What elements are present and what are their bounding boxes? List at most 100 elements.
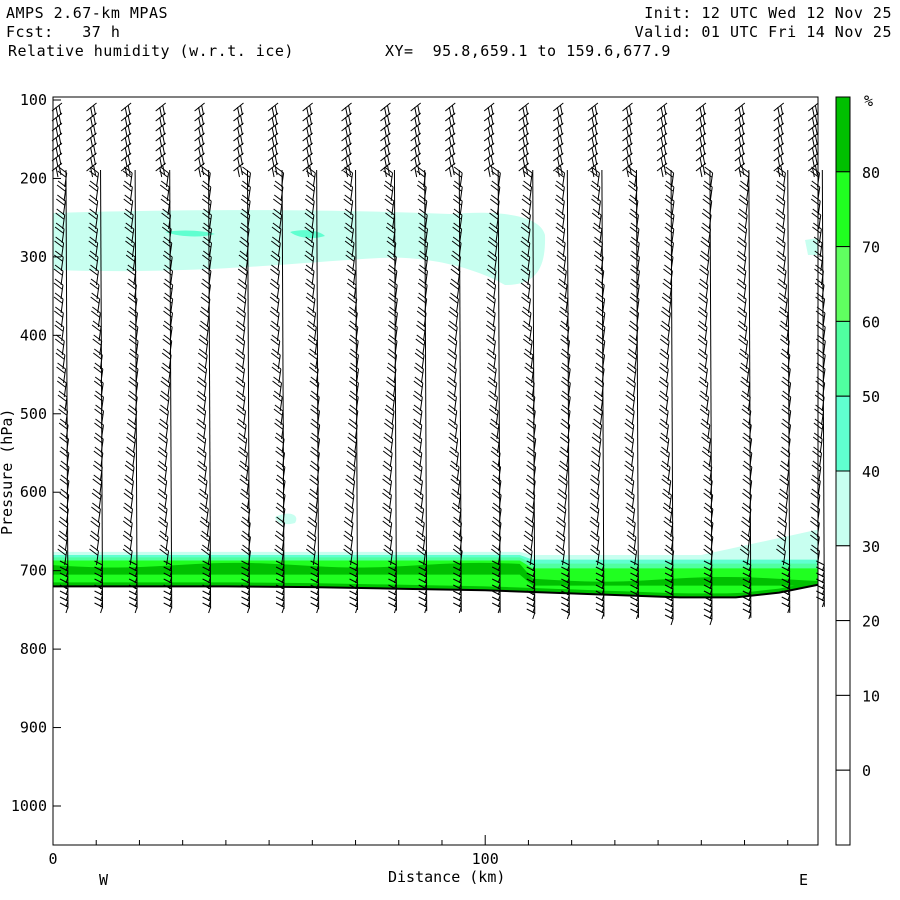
wind-barb-column bbox=[410, 102, 429, 614]
wind-barb bbox=[447, 418, 458, 440]
wind-barb bbox=[553, 122, 564, 138]
wind-barb bbox=[656, 162, 668, 178]
wind-barb bbox=[305, 278, 315, 300]
wind-barb bbox=[814, 264, 824, 286]
wind-barb bbox=[773, 152, 785, 168]
wind-barb bbox=[555, 236, 566, 258]
wind-barb bbox=[591, 208, 602, 230]
wind-barb bbox=[410, 112, 422, 128]
west-label: W bbox=[99, 871, 109, 889]
wind-barb bbox=[197, 474, 208, 496]
wind-barb bbox=[271, 362, 282, 384]
wind-barb bbox=[483, 102, 495, 118]
wind-barb bbox=[240, 488, 250, 510]
east-label: E bbox=[799, 871, 808, 889]
wind-barb bbox=[235, 390, 246, 412]
wind-barb bbox=[778, 306, 789, 328]
wind-barb bbox=[274, 418, 285, 440]
wind-barb bbox=[808, 112, 819, 128]
wind-barb bbox=[521, 292, 531, 314]
wind-barb bbox=[155, 102, 167, 118]
wind-barb bbox=[486, 362, 497, 384]
wind-barb bbox=[518, 122, 530, 138]
wind-barb bbox=[737, 306, 747, 328]
wind-barb bbox=[267, 162, 279, 178]
wind-barb bbox=[413, 474, 423, 496]
wind-barb bbox=[702, 460, 713, 482]
wind-barb bbox=[233, 132, 244, 148]
colorbar-segment bbox=[835, 171, 851, 248]
wind-barb bbox=[483, 162, 495, 178]
wind-barb bbox=[518, 112, 530, 128]
wind-barb bbox=[194, 162, 205, 178]
colorbar-unit: % bbox=[864, 92, 873, 110]
wind-barb-column bbox=[267, 102, 286, 614]
wind-barb bbox=[196, 446, 207, 468]
wind-barb bbox=[410, 102, 422, 118]
wind-barb bbox=[306, 320, 317, 342]
wind-barb bbox=[518, 152, 530, 168]
wind-barb bbox=[86, 122, 97, 138]
wind-barb bbox=[86, 142, 97, 158]
wind-barb bbox=[624, 488, 635, 510]
wind-barb bbox=[522, 320, 533, 342]
wind-barb-column bbox=[734, 102, 753, 620]
wind-barb bbox=[626, 530, 637, 552]
wind-barb bbox=[56, 376, 67, 398]
wind-barb bbox=[553, 152, 564, 168]
wind-barb bbox=[810, 194, 821, 216]
wind-barb bbox=[489, 418, 500, 440]
wind-barb bbox=[380, 132, 391, 148]
wind-barb bbox=[272, 390, 283, 412]
wind-barb-column bbox=[380, 102, 398, 614]
wind-barb bbox=[198, 488, 209, 510]
wind-barb bbox=[622, 102, 633, 118]
wind-barb bbox=[267, 102, 279, 118]
wind-barb bbox=[341, 112, 352, 128]
y-tick-label: 100 bbox=[20, 91, 47, 109]
wind-barb bbox=[553, 162, 564, 178]
wind-barb bbox=[302, 112, 313, 128]
wind-barb bbox=[555, 222, 566, 244]
wind-barb bbox=[622, 152, 633, 168]
wind-barb-column bbox=[444, 102, 463, 614]
wind-barb bbox=[159, 166, 170, 188]
wind-barb bbox=[488, 404, 499, 426]
wind-barb bbox=[740, 390, 751, 412]
y-tick-label: 200 bbox=[20, 169, 47, 187]
wind-barb bbox=[414, 516, 425, 538]
wind-barb bbox=[155, 142, 167, 158]
wind-barb bbox=[622, 112, 633, 128]
wind-barb bbox=[380, 112, 391, 128]
wind-barb bbox=[451, 502, 462, 524]
x-tick-label: 0 bbox=[48, 850, 57, 868]
wind-barb bbox=[695, 132, 707, 148]
colorbar-label: 50 bbox=[862, 388, 880, 406]
wind-barb bbox=[656, 122, 668, 138]
wind-barb bbox=[197, 460, 207, 482]
wind-barb-column bbox=[622, 102, 640, 620]
wind-barb-column bbox=[695, 102, 714, 626]
wind-barb bbox=[267, 132, 279, 148]
wind-barb bbox=[451, 488, 461, 510]
y-tick-label: 1000 bbox=[11, 797, 47, 815]
wind-barb-column bbox=[483, 102, 502, 614]
wind-barb bbox=[590, 180, 601, 202]
wind-barb bbox=[557, 264, 567, 286]
wind-barb bbox=[593, 236, 603, 258]
wind-barb bbox=[449, 446, 459, 468]
wind-barb bbox=[483, 132, 495, 148]
colorbar-segment bbox=[835, 545, 851, 622]
wind-barb bbox=[444, 132, 456, 148]
wind-barb bbox=[622, 132, 633, 148]
wind-barb bbox=[663, 530, 674, 552]
y-tick-label: 700 bbox=[20, 562, 47, 580]
wind-barb bbox=[267, 152, 279, 168]
wind-barb bbox=[808, 132, 819, 148]
wind-barb bbox=[410, 122, 422, 138]
wind-barb bbox=[413, 488, 424, 510]
wind-barb bbox=[86, 102, 97, 118]
wind-barb bbox=[341, 162, 352, 178]
wind-barb bbox=[734, 152, 746, 168]
wind-barb bbox=[233, 162, 244, 178]
